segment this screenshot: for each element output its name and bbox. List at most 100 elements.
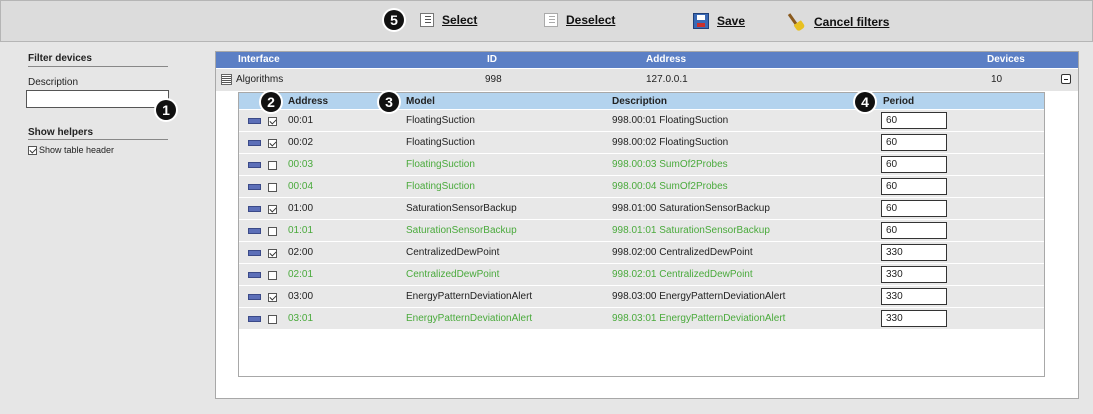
device-address: 01:01 [288, 225, 314, 236]
table-row[interactable]: 01:00 SaturationSensorBackup 998.01:00 Sat… [239, 198, 1044, 220]
device-description: 998.02:01 CentralizedDewPoint [612, 269, 753, 280]
cancel-filters-button[interactable]: Cancel filters [788, 13, 889, 31]
table-row[interactable]: 00:01 FloatingSuction 998.00:01 FloatingSu… [239, 110, 1044, 132]
period-input[interactable] [881, 112, 947, 129]
device-description: 998.03:01 EnergyPatternDeviationAlert [612, 313, 786, 324]
badge-1: 1 [156, 100, 176, 120]
col-device-address: Address [288, 96, 329, 107]
period-input[interactable] [881, 266, 947, 283]
device-address: 03:01 [288, 313, 314, 324]
row-select-checkbox[interactable] [268, 271, 277, 280]
device-icon [248, 294, 261, 300]
show-helpers-title: Show helpers [28, 127, 94, 138]
badge-3: 3 [379, 92, 399, 112]
list-icon [544, 13, 558, 27]
table-row[interactable]: 00:03 FloatingSuction 998.00:03 SumOf2Prob… [239, 154, 1044, 176]
period-input[interactable] [881, 178, 947, 195]
device-icon [248, 272, 261, 278]
select-label: Select [442, 13, 478, 27]
devices-table-panel: Interface ID Address Devices Algorithms … [215, 51, 1079, 399]
device-description: 998.03:00 EnergyPatternDeviationAlert [612, 291, 786, 302]
device-icon [248, 140, 261, 146]
divider [28, 139, 168, 140]
select-button[interactable]: Select [420, 13, 477, 27]
group-devices: 10 [991, 74, 1003, 85]
collapse-icon[interactable] [1061, 74, 1071, 84]
save-label: Save [717, 14, 746, 28]
period-input[interactable] [881, 222, 947, 239]
group-row-algorithms[interactable]: Algorithms 998 127.0.0.1 10 [216, 69, 1078, 91]
table-row[interactable]: 02:01 CentralizedDewPoint 998.02:01 Centra… [239, 264, 1044, 286]
device-model: FloatingSuction [406, 115, 475, 126]
show-table-header-option[interactable]: Show table header [28, 145, 114, 155]
period-input[interactable] [881, 288, 947, 305]
row-select-checkbox[interactable] [268, 117, 277, 126]
device-icon [248, 162, 261, 168]
interface-icon [221, 74, 232, 85]
table-row[interactable]: 00:04 FloatingSuction 998.00:04 SumOf2Prob… [239, 176, 1044, 198]
badge-2: 2 [261, 92, 281, 112]
row-select-checkbox[interactable] [268, 227, 277, 236]
device-description: 998.00:01 FloatingSuction [612, 115, 729, 126]
col-address: Address [646, 54, 687, 65]
devices-subtable: Address Model Description Period 00:01 Fl… [238, 92, 1045, 377]
table-row[interactable]: 01:01 SaturationSensorBackup 998.01:01 Sat… [239, 220, 1044, 242]
col-description: Description [612, 96, 668, 107]
period-input[interactable] [881, 156, 947, 173]
table-header: Interface ID Address Devices [216, 52, 1078, 68]
device-address: 00:04 [288, 181, 314, 192]
device-icon [248, 228, 261, 234]
description-label: Description [28, 77, 79, 88]
row-select-checkbox[interactable] [268, 293, 277, 302]
table-row[interactable]: 00:02 FloatingSuction 998.00:02 FloatingSu… [239, 132, 1044, 154]
device-model: EnergyPatternDeviationAlert [406, 313, 533, 324]
table-row[interactable]: 03:00 EnergyPatternDeviationAlert 998.03:0… [239, 286, 1044, 308]
device-model: SaturationSensorBackup [406, 203, 517, 214]
group-interface: Algorithms [236, 74, 284, 85]
description-filter-input[interactable] [26, 90, 169, 108]
device-model: FloatingSuction [406, 137, 475, 148]
col-devices: Devices [987, 54, 1025, 65]
period-input[interactable] [881, 134, 947, 151]
cancel-filters-label: Cancel filters [814, 15, 890, 29]
divider [28, 66, 168, 67]
device-icon [248, 250, 261, 256]
col-model: Model [406, 96, 435, 107]
table-row[interactable]: 02:00 CentralizedDewPoint 998.02:00 Centra… [239, 242, 1044, 264]
device-model: SaturationSensorBackup [406, 225, 517, 236]
show-table-header-label: Show table header [39, 145, 115, 155]
deselect-button[interactable]: Deselect [544, 13, 615, 27]
badge-5: 5 [384, 10, 404, 30]
device-icon [248, 118, 261, 124]
row-select-checkbox[interactable] [268, 161, 277, 170]
row-select-checkbox[interactable] [268, 315, 277, 324]
save-button[interactable]: Save [693, 13, 745, 29]
device-address: 03:00 [288, 291, 314, 302]
device-address: 00:01 [288, 115, 314, 126]
group-address: 127.0.0.1 [646, 74, 688, 85]
row-select-checkbox[interactable] [268, 139, 277, 148]
device-icon [248, 316, 261, 322]
device-model: FloatingSuction [406, 181, 475, 192]
period-input[interactable] [881, 310, 947, 327]
subtable-header: Address Model Description Period [239, 93, 1044, 109]
device-model: EnergyPatternDeviationAlert [406, 291, 533, 302]
period-input[interactable] [881, 244, 947, 261]
row-select-checkbox[interactable] [268, 205, 277, 214]
row-select-checkbox[interactable] [268, 249, 277, 258]
deselect-label: Deselect [566, 13, 616, 27]
device-model: FloatingSuction [406, 159, 475, 170]
device-icon [248, 206, 261, 212]
col-period: Period [883, 96, 915, 107]
show-table-header-checkbox[interactable] [28, 145, 37, 155]
device-description: 998.01:01 SaturationSensorBackup [612, 225, 770, 236]
period-input[interactable] [881, 200, 947, 217]
list-icon [420, 13, 434, 27]
device-description: 998.02:00 CentralizedDewPoint [612, 247, 753, 258]
device-description: 998.00:03 SumOf2Probes [612, 159, 728, 170]
device-address: 02:01 [288, 269, 314, 280]
badge-4: 4 [855, 92, 875, 112]
table-row[interactable]: 03:01 EnergyPatternDeviationAlert 998.03:0… [239, 308, 1044, 330]
row-select-checkbox[interactable] [268, 183, 277, 192]
device-description: 998.01:00 SaturationSensorBackup [612, 203, 770, 214]
